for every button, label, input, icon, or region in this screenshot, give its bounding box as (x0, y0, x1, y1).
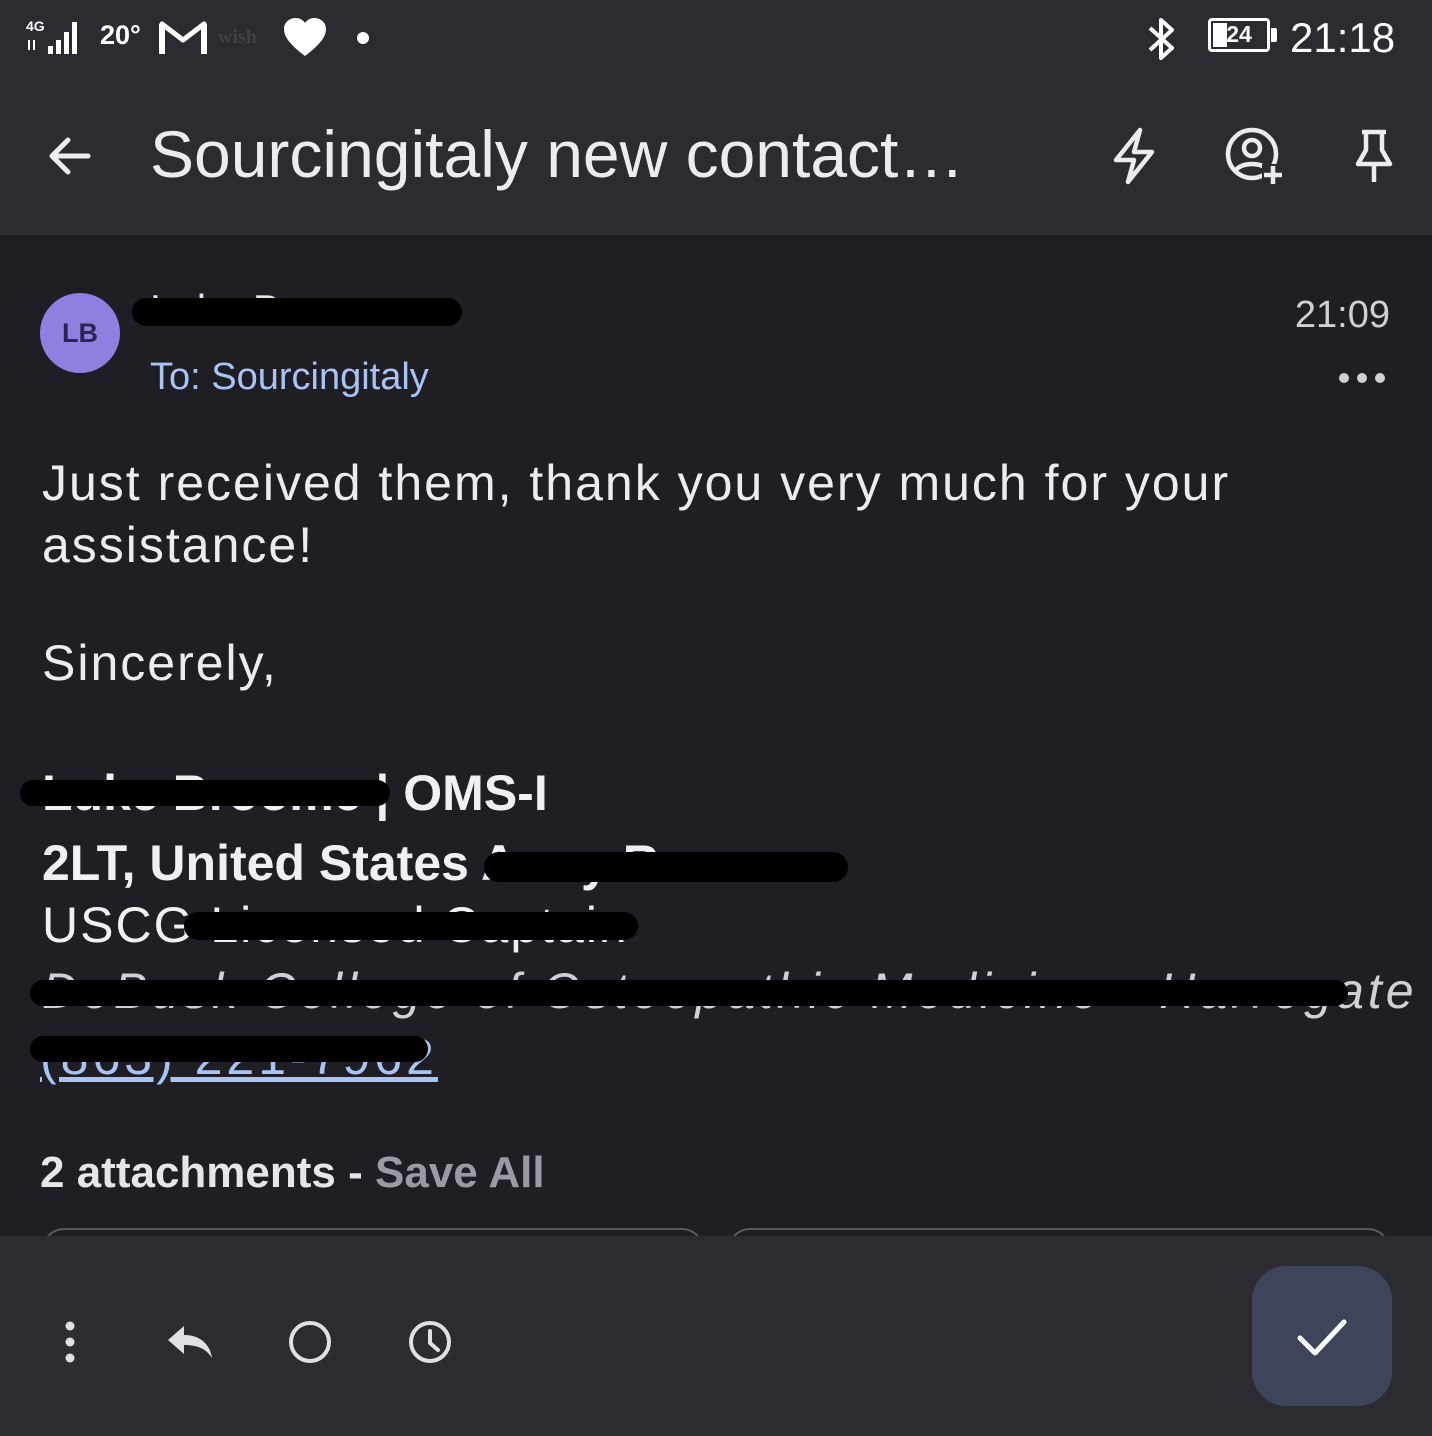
redaction-bar (484, 852, 848, 882)
status-clock: 21:18 (1290, 14, 1396, 61)
redaction-bar (30, 1036, 428, 1062)
done-button[interactable] (1252, 1266, 1392, 1406)
more-options-icon[interactable] (1334, 358, 1390, 398)
gmail-icon (158, 18, 208, 58)
redaction-bar (132, 298, 462, 326)
status-bar: 4G 20° wish 24 21:18 (0, 0, 1432, 78)
signal-icon: 4G (24, 18, 86, 58)
check-icon (1297, 1319, 1347, 1356)
message-body: Just received them, thank you very much … (42, 455, 1231, 573)
thread-title: Sourcingitaly new contact… (150, 117, 965, 191)
bottom-action-bar (0, 1236, 1432, 1436)
back-arrow-icon[interactable] (42, 128, 98, 184)
signature-rank: 2LT, United States (42, 835, 469, 891)
message-time: 21:09 (1294, 294, 1390, 336)
attachments-header: 2 attachments - Save All (40, 1148, 545, 1198)
redaction-bar (184, 912, 638, 940)
bluetooth-icon (1144, 14, 1180, 64)
temperature: 20° (100, 20, 141, 50)
closing: Sincerely, (42, 635, 278, 691)
more-vert-icon[interactable] (40, 1312, 100, 1372)
attachments-count: 2 attachments (40, 1148, 336, 1197)
attachments-separator: - (335, 1148, 375, 1197)
wish-label: wish (218, 26, 257, 48)
redaction-bar (20, 780, 390, 806)
lightning-icon[interactable] (1102, 124, 1166, 188)
recipient-line[interactable]: To: Sourcingitaly (150, 356, 429, 399)
reply-icon[interactable] (160, 1312, 220, 1372)
heart-icon (282, 16, 328, 60)
avatar[interactable]: LB (40, 293, 120, 373)
pin-icon[interactable] (1342, 124, 1406, 188)
battery-level: 24 (1226, 21, 1252, 47)
save-all-link[interactable]: Save All (375, 1148, 545, 1197)
redaction-bar (30, 980, 1348, 1006)
clock-icon[interactable] (400, 1312, 460, 1372)
signature-license-org: USCG (42, 897, 195, 953)
add-contact-icon[interactable] (1222, 124, 1286, 188)
notification-dot-icon (357, 32, 369, 44)
battery-icon: 24 (1208, 18, 1280, 58)
toolbar: Sourcingitaly new contact… (0, 78, 1432, 235)
circle-icon[interactable] (280, 1312, 340, 1372)
